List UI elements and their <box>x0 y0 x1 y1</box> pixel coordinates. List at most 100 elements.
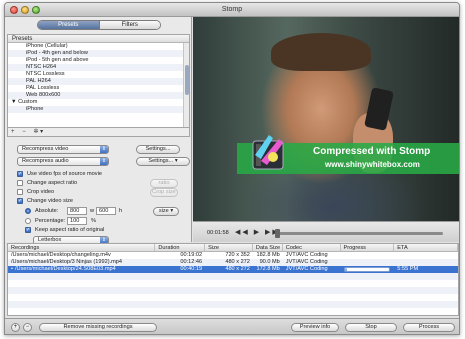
preset-label: NTSC H264 <box>26 64 57 70</box>
column-header[interactable]: Codec <box>283 244 341 251</box>
height-field[interactable]: 600 <box>96 207 116 215</box>
presets-list: Presets iPhone (Cellular) iPod - 4th gen … <box>7 34 190 128</box>
use-source-fps-checkbox[interactable]: ✓ Use video fps of source movie <box>17 170 102 178</box>
table-row[interactable] <box>8 287 458 294</box>
preset-item[interactable]: PAL H264 <box>8 78 189 85</box>
absolute-label: Absolute: <box>35 208 59 214</box>
change-aspect-checkbox[interactable]: Change aspect ratio <box>17 179 77 187</box>
width-field[interactable]: 800 <box>67 207 87 215</box>
audio-settings-label: Settings... <box>148 158 174 164</box>
column-header[interactable]: Recordings <box>8 244 156 251</box>
use-source-fps-label: Use video fps of source movie <box>27 171 102 177</box>
percentage-field[interactable]: 100 <box>67 217 87 225</box>
progress-cell <box>341 266 395 273</box>
cell-data-size: 172.8 Mb <box>253 266 283 273</box>
table-row[interactable] <box>8 308 458 315</box>
presets-scroll-thumb[interactable] <box>185 65 189 95</box>
recordings-table: Recordings Duration Size Data Size Codec Prog… <box>7 243 459 316</box>
timecode: 00:01:58 <box>207 230 229 236</box>
preset-action-icon[interactable]: ✲ ▾ <box>33 129 43 135</box>
chevron-down-icon: ▾ <box>174 158 178 164</box>
preset-label: iPhone (Cellular) <box>26 43 68 49</box>
preset-item[interactable]: iPod - 4th gen and below <box>8 50 189 57</box>
video-settings-button[interactable]: Settings... <box>136 145 180 154</box>
table-row[interactable] <box>8 273 458 280</box>
presets-scrollbar[interactable] <box>183 43 189 127</box>
preset-label: PAL H264 <box>26 78 51 84</box>
presets-list-header[interactable]: Presets <box>8 35 189 43</box>
tab-filters[interactable]: Filters <box>98 21 160 29</box>
cell-text: 182.8 Mb <box>256 252 280 258</box>
scrub-bar[interactable] <box>275 229 443 238</box>
change-size-checkbox[interactable]: ✓ Change video size <box>17 197 73 205</box>
preset-item[interactable]: iPod - 5th gen and above <box>8 57 189 64</box>
stomp-window: Stomp Presets Filters Presets iPhone (Ce… <box>4 2 460 335</box>
tab-presets[interactable]: Presets <box>38 21 99 29</box>
column-header[interactable]: Duration <box>155 244 206 251</box>
remove-recording-button[interactable]: − <box>23 323 32 332</box>
scrub-handle[interactable] <box>275 229 280 238</box>
chevron-updown-icon: ⇕ <box>100 146 108 153</box>
progress-bar <box>343 267 390 272</box>
add-preset-button[interactable]: + <box>11 129 15 135</box>
absolute-radio[interactable]: Absolute: <box>25 207 58 215</box>
chevron-updown-icon: ⇕ <box>100 158 108 165</box>
cell-size: 720 x 352 <box>205 252 253 259</box>
cell-data-size: 90.0 Mb <box>253 259 283 266</box>
add-recording-button[interactable]: + <box>11 323 20 332</box>
chevron-down-icon: ▾ <box>170 208 174 214</box>
crop-video-checkbox[interactable]: Crop video <box>17 188 54 196</box>
table-row[interactable]: •/Users/michael/Desktop/24.S08E03.mp4 00:… <box>8 266 458 273</box>
preset-item[interactable]: iPhone <box>8 106 189 113</box>
cell-codec: JVT/AVC Coding <box>283 266 341 273</box>
remove-preset-button[interactable]: − <box>22 129 26 135</box>
title-bar[interactable]: Stomp <box>5 3 459 17</box>
window-title: Stomp <box>221 6 243 13</box>
cell-duration: 00:40:19 <box>155 266 205 273</box>
percentage-radio[interactable]: Percentage: <box>25 217 65 225</box>
height-unit-label: h <box>119 208 123 214</box>
cell-text: 90.0 Mb <box>259 259 280 265</box>
remove-missing-button[interactable]: Remove missing recordings <box>39 323 157 332</box>
preset-label: PAL Lossless <box>26 85 60 91</box>
process-button[interactable]: Process <box>403 323 455 332</box>
preset-group[interactable]: ▼ Custom <box>8 99 189 106</box>
preset-item[interactable]: Web 800x600 <box>8 92 189 99</box>
cell-text: 00:19:02 <box>180 252 203 258</box>
change-aspect-label: Change aspect ratio <box>27 180 78 186</box>
size-menu-button[interactable]: size ▾ <box>153 207 179 216</box>
video-mode-select[interactable]: Recompress video ⇕ <box>17 145 109 154</box>
column-header[interactable]: Progress <box>341 244 395 251</box>
table-row[interactable]: /Users/michael/Desktop/changeling.m4v 00:… <box>8 252 458 259</box>
times-label: w <box>90 208 95 214</box>
keep-aspect-checkbox[interactable]: ✓ Keep aspect ratio of original <box>25 226 104 234</box>
cell-text: 480 x 272 <box>225 266 250 272</box>
table-row[interactable] <box>8 301 458 308</box>
stop-button[interactable]: Stop <box>345 323 397 332</box>
table-row[interactable] <box>8 280 458 287</box>
preset-label: NTSC Lossless <box>26 71 65 77</box>
audio-mode-select[interactable]: Recompress audio ⇕ <box>17 157 109 166</box>
percentage-label: Percentage: <box>35 218 66 224</box>
table-row[interactable]: /Users/michael/Desktop/3 Ninjas (1992).m… <box>8 259 458 266</box>
cell-text: /Users/michael/Desktop/24.S08E03.mp4 <box>14 266 116 272</box>
preset-item[interactable]: NTSC Lossless <box>8 71 189 78</box>
column-header[interactable]: Size <box>205 244 253 251</box>
crop-size-button[interactable]: Crop size <box>150 188 178 197</box>
preset-item[interactable]: PAL Lossless <box>8 85 189 92</box>
checkmark-icon: ✓ <box>17 198 23 204</box>
preview-info-button[interactable]: Preview info <box>291 323 339 332</box>
column-header[interactable]: ETA <box>394 244 458 251</box>
preset-item[interactable]: NTSC H264 <box>8 64 189 71</box>
table-row[interactable] <box>8 294 458 301</box>
change-size-label: Change video size <box>27 198 74 204</box>
bottom-bar: + − Remove missing recordings Preview in… <box>5 318 459 334</box>
video-preview[interactable]: Compressed with Stomp www.shinywhitebox.… <box>193 17 459 221</box>
preset-item[interactable]: iPhone (Cellular) <box>8 43 189 50</box>
ratio-button[interactable]: ratio <box>150 179 178 188</box>
transport-buttons[interactable]: ◀◀ ▶ ▶▶ <box>235 228 280 236</box>
cell-size: 480 x 272 <box>205 266 253 273</box>
audio-settings-button[interactable]: Settings... ▾ <box>136 157 190 166</box>
settings-panel: Presets Filters Presets iPhone (Cellular… <box>5 17 192 245</box>
column-header[interactable]: Data Size <box>253 244 283 251</box>
